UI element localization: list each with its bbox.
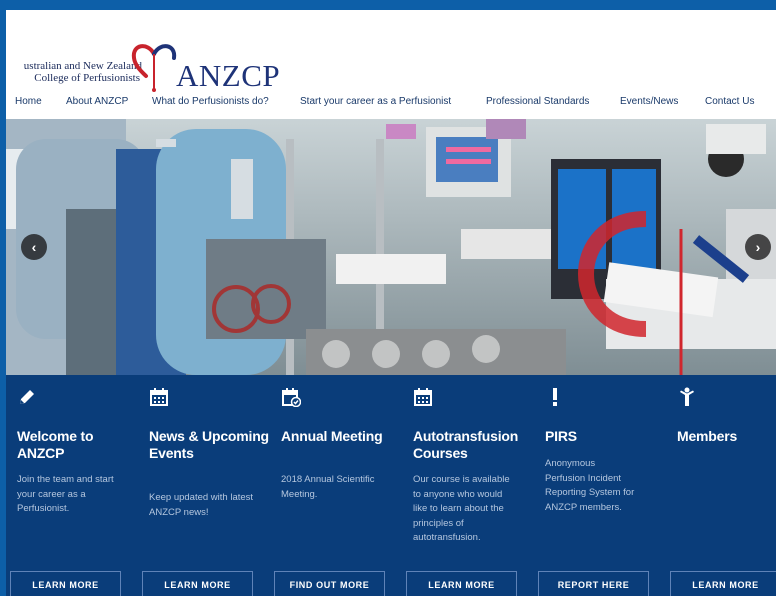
feature-panel: Welcome to ANZCP Join the team and start… — [6, 375, 776, 596]
nav-item-start-career[interactable]: Start your career as a Perfusionist — [300, 96, 451, 107]
nav-item-contact[interactable]: Contact Us — [705, 96, 754, 107]
learn-more-button[interactable]: LEARN MORE — [142, 571, 253, 596]
card-welcome: Welcome to ANZCP Join the team and start… — [6, 375, 138, 596]
hero-slider[interactable]: ‹ › — [6, 119, 776, 375]
card-annual-meeting: Annual Meeting 2018 Annual Scientific Me… — [270, 375, 402, 596]
slider-next-button[interactable]: › — [745, 234, 771, 260]
logo-text: ustralian and New Zealand College of Per… — [6, 60, 142, 84]
card-description: Our course is available to anyone who wo… — [413, 474, 510, 543]
card-description: Keep updated with latest ANZCP news! — [149, 492, 254, 518]
learn-more-button[interactable]: LEARN MORE — [10, 571, 121, 596]
card-pirs: PIRS Anonymous Perfusion Incident Report… — [534, 375, 666, 596]
card-description: Join the team and start your career as a… — [17, 474, 114, 514]
card-title: Annual Meeting — [281, 428, 383, 444]
card-title: Autotransfusion Courses — [413, 428, 519, 461]
nav-item-about[interactable]: About ANZCP — [66, 96, 128, 107]
learn-more-button[interactable]: LEARN MORE — [406, 571, 517, 596]
main-nav: Home About ANZCP What do Perfusionists d… — [6, 92, 776, 110]
pencil-icon — [20, 390, 34, 404]
logo-line-1: ustralian and New Zealand — [23, 60, 142, 72]
chevron-left-icon: ‹ — [31, 239, 37, 255]
card-title: News & Upcoming Events — [149, 428, 269, 461]
card-description: 2018 Annual Scientific Meeting. — [281, 474, 375, 500]
calendar-icon — [414, 388, 432, 406]
heart-logo-icon — [131, 44, 177, 92]
chevron-right-icon: › — [755, 239, 761, 255]
logo-line-2: College of Perfusionists — [34, 72, 140, 84]
learn-more-button[interactable]: LEARN MORE — [670, 571, 776, 596]
logo-abbreviation: ANZCP — [176, 58, 281, 93]
person-icon — [680, 387, 694, 406]
report-here-button[interactable]: REPORT HERE — [538, 571, 649, 596]
operating-room-photo — [6, 119, 776, 375]
card-members: Members LEARN MORE — [666, 375, 776, 596]
card-description: Anonymous Perfusion Incident Reporting S… — [545, 458, 635, 513]
slider-prev-button[interactable]: ‹ — [21, 234, 47, 260]
card-title: Welcome to ANZCP — [17, 428, 94, 461]
nav-item-what-perfusionists-do[interactable]: What do Perfusionists do? — [152, 96, 269, 107]
nav-item-professional-standards[interactable]: Professional Standards — [486, 96, 589, 107]
nav-item-home[interactable]: Home — [15, 96, 42, 107]
calendar-check-icon — [282, 388, 301, 407]
find-out-more-button[interactable]: FIND OUT MORE — [274, 571, 385, 596]
page-frame: ustralian and New Zealand College of Per… — [6, 10, 776, 596]
card-autotransfusion: Autotransfusion Courses Our course is av… — [402, 375, 534, 596]
card-title: PIRS — [545, 428, 577, 444]
site-logo[interactable]: ustralian and New Zealand College of Per… — [6, 24, 306, 93]
nav-item-events-news[interactable]: Events/News — [620, 96, 678, 107]
exclamation-icon — [553, 388, 557, 406]
card-title: Members — [677, 428, 738, 444]
card-news-events: News & Upcoming Events Keep updated with… — [138, 375, 270, 596]
calendar-icon — [150, 388, 168, 406]
